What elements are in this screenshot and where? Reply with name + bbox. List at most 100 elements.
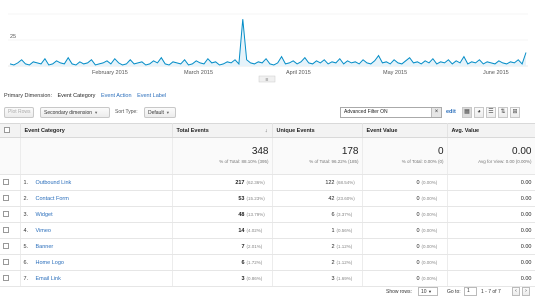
summary-unique-events: 178 — [341, 146, 359, 157]
row-category-link[interactable]: Email Link — [36, 276, 61, 282]
row-event-value: 0 — [416, 179, 420, 186]
summary-row: 348 % of Total: 88.10% (395) 178 % of Tota… — [0, 137, 535, 175]
row-category-link[interactable]: Vimeo — [36, 228, 52, 234]
row-avg-value: 0.00 — [520, 243, 532, 250]
checkbox[interactable] — [4, 127, 10, 134]
dimension-event-action[interactable]: Event Action — [101, 93, 132, 99]
row-total-pct: (4.02%) — [246, 227, 263, 233]
prev-page-button[interactable]: ‹ — [512, 287, 520, 296]
y-tick-label: 25 — [10, 34, 16, 40]
row-unique-events: 1 — [331, 227, 335, 234]
row-total-events: 53 — [238, 195, 245, 202]
goto-label: Go to: — [447, 289, 461, 295]
row-unique-events: 122 — [325, 179, 335, 186]
summary-avg-value: 0.00 — [512, 146, 532, 157]
row-category-link[interactable]: Outbound Link — [36, 180, 72, 186]
row-category-link[interactable]: Home Logo — [36, 260, 64, 266]
row-total-pct: (13.79%) — [246, 211, 265, 217]
row-unique-events: 2 — [331, 259, 335, 266]
secondary-dimension-label: Secondary dimension — [44, 110, 93, 116]
checkbox[interactable] — [3, 259, 9, 266]
row-value-pct: (0.00%) — [421, 275, 438, 281]
chevron-right-icon: › — [525, 288, 527, 294]
summary-total-events: 348 — [251, 146, 269, 157]
summary-total-events-sub: % of Total: 88.10% (395) — [219, 159, 269, 164]
row-event-value: 0 — [416, 227, 420, 234]
checkbox[interactable] — [3, 195, 9, 202]
checkbox[interactable] — [3, 211, 9, 218]
row-value-pct: (0.00%) — [421, 227, 438, 233]
row-unique-pct: (3.37%) — [336, 211, 353, 217]
events-line-chart: 25 February 2015 March 2015 April 2015 M… — [8, 13, 528, 83]
x-tick-label: June 2015 — [483, 70, 509, 76]
checkbox[interactable] — [3, 179, 9, 186]
plot-rows-button[interactable]: Plot Rows — [4, 107, 34, 118]
comparison-view-icon[interactable]: ⇅ — [498, 107, 508, 118]
row-total-pct: (62.36%) — [246, 179, 265, 185]
x-tick-label: April 2015 — [286, 70, 311, 76]
checkbox[interactable] — [3, 243, 9, 250]
row-value-pct: (0.00%) — [421, 211, 438, 217]
table-row: 1. Outbound Link 217 (62.36%) 122 (68.54%) 0 (0… — [0, 174, 535, 191]
data-table: Event Category Total Events ↓ Unique Even… — [0, 123, 535, 287]
advanced-filter-input[interactable]: Advanced Filter ON × — [340, 107, 442, 118]
checkbox[interactable] — [3, 227, 9, 234]
table-view-icon[interactable]: ▦ — [462, 107, 472, 118]
row-category-link[interactable]: Banner — [36, 244, 54, 250]
chevron-down-icon: ▼ — [427, 289, 432, 294]
select-all-header[interactable] — [0, 123, 21, 138]
dimension-event-label[interactable]: Event Label — [137, 93, 166, 99]
show-rows-select[interactable]: 10 ▼ — [418, 287, 438, 296]
row-unique-pct: (1.12%) — [336, 243, 353, 249]
header-event-category[interactable]: Event Category — [20, 123, 173, 138]
row-index: 7. — [23, 275, 29, 282]
header-unique-events[interactable]: Unique Events — [272, 123, 363, 138]
page-range: 1 - 7 of 7 — [481, 289, 501, 295]
summary-avg-value-sub: Avg for View: 0.00 (0.00%) — [478, 159, 532, 164]
header-total-events[interactable]: Total Events ↓ — [172, 123, 273, 138]
row-event-value: 0 — [416, 259, 420, 266]
header-avg-value[interactable]: Avg. Value — [447, 123, 535, 138]
row-avg-value: 0.00 — [520, 259, 532, 266]
header-event-value[interactable]: Event Value — [362, 123, 448, 138]
row-index: 5. — [23, 243, 29, 250]
checkbox[interactable] — [3, 275, 9, 282]
x-tick-label: February 2015 — [92, 70, 128, 76]
sort-arrow-icon: ↓ — [264, 127, 268, 134]
row-avg-value: 0.00 — [520, 227, 532, 234]
show-rows-label: Show rows: — [386, 289, 412, 295]
sort-type-value: Default — [148, 110, 164, 116]
advanced-filter-value: Advanced Filter ON — [344, 109, 388, 115]
row-total-pct: (1.72%) — [246, 259, 263, 265]
row-event-value: 0 — [416, 211, 420, 218]
pivot-view-icon[interactable]: ⊞ — [510, 107, 520, 118]
sort-type-dropdown[interactable]: Default ▼ — [144, 107, 176, 118]
row-category-link[interactable]: Contact Form — [36, 196, 69, 202]
row-avg-value: 0.00 — [520, 275, 532, 282]
chevron-down-icon: ▼ — [165, 110, 170, 115]
row-event-value: 0 — [416, 243, 420, 250]
svg-text:≡: ≡ — [266, 77, 269, 83]
pie-view-icon[interactable]: ◕ — [474, 107, 484, 118]
next-page-button[interactable]: › — [522, 287, 530, 296]
secondary-dimension-dropdown[interactable]: Secondary dimension ▼ — [40, 107, 110, 118]
chart-resize-handle[interactable]: ≡ — [258, 75, 276, 83]
goto-input[interactable]: 1 — [464, 287, 477, 296]
table-row: 2. Contact Form 53 (15.23%) 42 (23.60%) 0 (0.00… — [0, 190, 535, 207]
series-area — [10, 19, 526, 66]
row-total-events: 7 — [241, 243, 245, 250]
row-unique-pct: (68.54%) — [336, 179, 355, 185]
chevron-left-icon: ‹ — [515, 288, 517, 294]
row-total-events: 48 — [238, 211, 245, 218]
row-unique-pct: (23.60%) — [336, 195, 355, 201]
performance-view-icon[interactable]: ☰ — [486, 107, 496, 118]
row-event-value: 0 — [416, 195, 420, 202]
row-category-link[interactable]: Widget — [36, 212, 53, 218]
summary-unique-events-sub: % of Total: 96.22% (185) — [309, 159, 359, 164]
close-icon[interactable]: × — [431, 108, 441, 117]
row-avg-value: 0.00 — [520, 179, 532, 186]
row-unique-events: 3 — [331, 275, 335, 282]
edit-filter-link[interactable]: edit — [446, 107, 456, 118]
primary-dimension-label: Primary Dimension: — [4, 93, 52, 99]
dimension-event-category[interactable]: Event Category — [58, 93, 96, 99]
